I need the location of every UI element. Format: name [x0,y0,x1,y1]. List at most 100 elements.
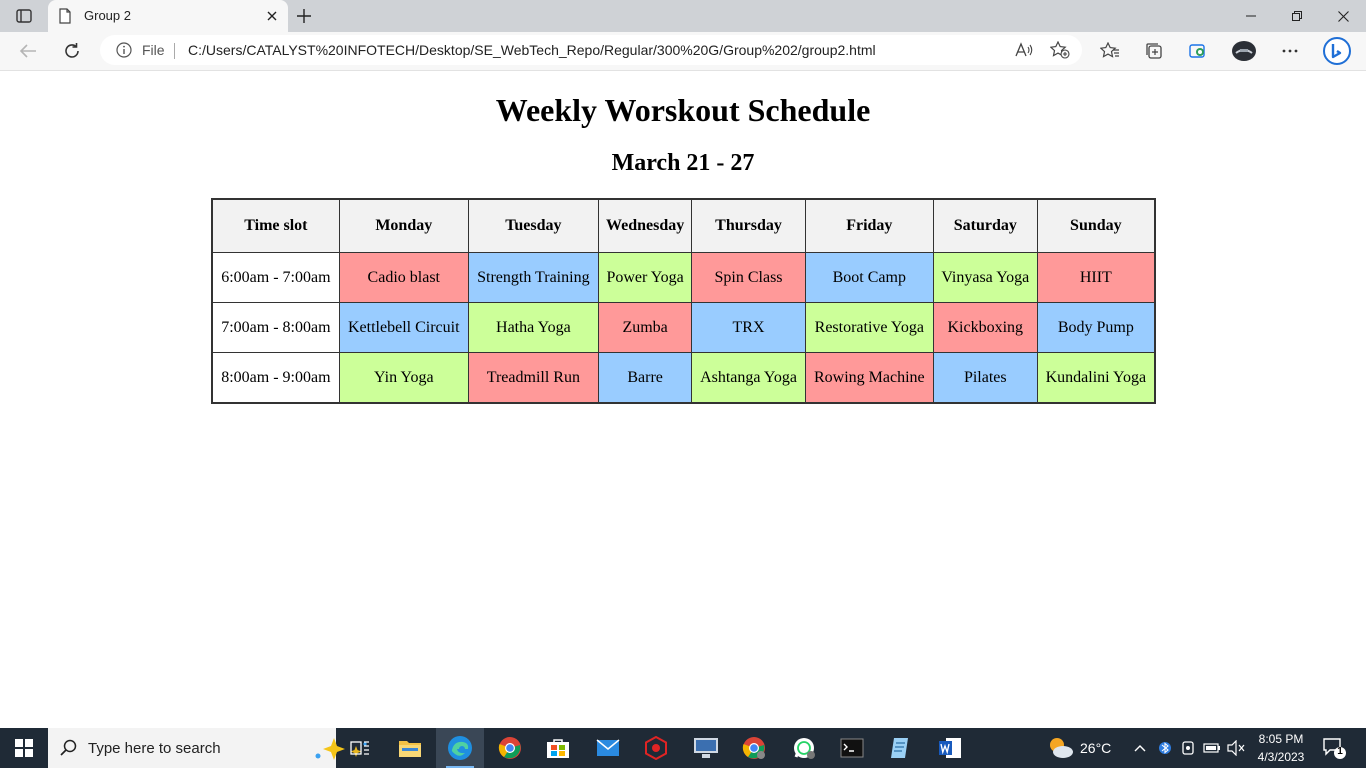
bing-icon [1323,37,1351,65]
edge-icon [448,736,472,760]
table-row: 6:00am - 7:00am Cadio blast Strength Tra… [211,252,1156,303]
page-title: Weekly Worskout Schedule [495,92,871,128]
tray-overflow-button[interactable] [1130,738,1150,758]
class-cell: Yin Yoga [338,352,469,404]
taskbar-file-explorer[interactable] [386,728,434,768]
tab-close-button[interactable] [262,6,282,26]
class-cell: Barre [597,352,693,404]
folder-icon [399,741,421,757]
read-aloud-button[interactable] [1012,40,1036,60]
tab-actions-button[interactable] [12,6,36,26]
column-header: Tuesday [467,198,599,253]
address-divider [174,43,175,59]
remote-desktop-icon [694,738,718,758]
class-cell: Rowing Machine [804,352,934,404]
red-app-icon [645,736,667,760]
camera-icon [1182,741,1194,755]
taskbar-search-box[interactable]: Type here to search [48,728,367,768]
chrome-icon [498,737,521,759]
tab-actions-icon [16,9,32,23]
tray-bluetooth[interactable] [1155,738,1175,758]
tray-meet-now[interactable] [1179,738,1199,758]
collections-icon [1146,43,1162,59]
column-header: Thursday [691,198,806,253]
column-header: Saturday [932,198,1038,253]
minimize-button[interactable] [1228,0,1274,32]
clock-date: 4/3/2023 [1257,750,1305,764]
browser-essentials-icon [1189,44,1205,58]
page-subtitle: March 21 - 27 [611,150,755,176]
edge-extension-button[interactable] [1183,37,1213,65]
time-slot-cell: 8:00am - 9:00am [211,352,340,404]
bing-chat-button[interactable] [1320,37,1354,65]
class-cell: HIIT [1036,252,1156,303]
taskbar-task-view[interactable] [336,728,384,768]
collections-button[interactable] [1139,37,1169,65]
minimize-icon [1246,15,1256,17]
notification-center-button[interactable]: 1 [1322,736,1346,760]
taskbar-chrome-profile[interactable] [730,728,778,768]
class-cell: Body Pump [1036,302,1156,353]
clock-time: 8:05 PM [1258,732,1304,746]
chevron-up-icon [1134,745,1146,752]
close-window-button[interactable] [1320,0,1366,32]
taskbar-remote-desktop[interactable] [682,728,730,768]
refresh-button[interactable] [57,37,87,65]
back-arrow-icon [19,44,36,58]
weather-widget[interactable]: 26°C [1044,728,1126,768]
volume-muted-icon [1227,740,1245,756]
class-cell: Kickboxing [932,302,1038,353]
taskbar-word[interactable] [926,728,974,768]
time-slot-cell: 7:00am - 8:00am [211,302,340,353]
column-header: Monday [338,198,469,253]
class-cell: Kundalini Yoga [1036,352,1156,404]
taskbar-whatsapp[interactable] [780,728,828,768]
plus-icon [297,9,311,23]
address-bar[interactable]: File C:/Users/CATALYST%20INFOTECH/Deskto… [100,35,1082,65]
class-cell: Pilates [932,352,1038,404]
page-viewport: Weekly Worskout Schedule March 21 - 27 T… [0,71,1366,728]
profile-button[interactable] [1229,37,1259,65]
url-text[interactable]: C:/Users/CATALYST%20INFOTECH/Desktop/SE_… [188,42,876,58]
class-cell: Power Yoga [597,252,693,303]
ellipsis-icon [1282,49,1298,53]
schedule-table: Time slot Monday Tuesday Wednesday Thurs… [211,198,1156,404]
tray-volume[interactable] [1226,738,1246,758]
restore-button[interactable] [1274,0,1320,32]
page-icon [59,8,71,24]
windows-logo-icon [15,739,33,757]
taskbar-microsoft-store[interactable] [534,728,582,768]
taskbar-edge[interactable] [436,728,484,768]
taskbar-terminal[interactable] [828,728,876,768]
info-icon[interactable] [116,42,132,58]
class-cell: Hatha Yoga [467,302,599,353]
tab-title: Group 2 [84,8,131,23]
taskbar-mail[interactable] [584,728,632,768]
column-header: Sunday [1036,198,1156,253]
start-button[interactable] [0,728,48,768]
class-cell: Vinyasa Yoga [932,252,1038,303]
table-row: 7:00am - 8:00am Kettlebell Circuit Hatha… [211,302,1156,353]
column-header: Friday [804,198,934,253]
task-view-icon [350,741,369,755]
restore-icon [1292,11,1302,21]
taskbar-clock[interactable]: 8:05 PM 4/3/2023 [1246,730,1316,766]
back-button[interactable] [13,37,43,65]
weather-cloudy-sun-icon [1050,738,1073,758]
class-cell: Spin Class [691,252,806,303]
active-tab[interactable]: Group 2 [48,0,288,32]
add-favorite-button[interactable] [1048,40,1072,60]
star-plus-icon [1050,41,1070,59]
class-cell: Strength Training [467,252,599,303]
search-placeholder: Type here to search [88,740,221,757]
tray-battery[interactable] [1202,738,1222,758]
column-header: Time slot [211,198,340,253]
new-tab-button[interactable] [292,5,316,27]
refresh-icon [65,43,79,58]
taskbar-chrome[interactable] [486,728,534,768]
more-options-button[interactable] [1275,37,1305,65]
taskbar-app-red[interactable] [632,728,680,768]
word-icon [939,738,961,758]
favorites-button[interactable] [1095,37,1125,65]
taskbar-notepad[interactable] [876,728,924,768]
